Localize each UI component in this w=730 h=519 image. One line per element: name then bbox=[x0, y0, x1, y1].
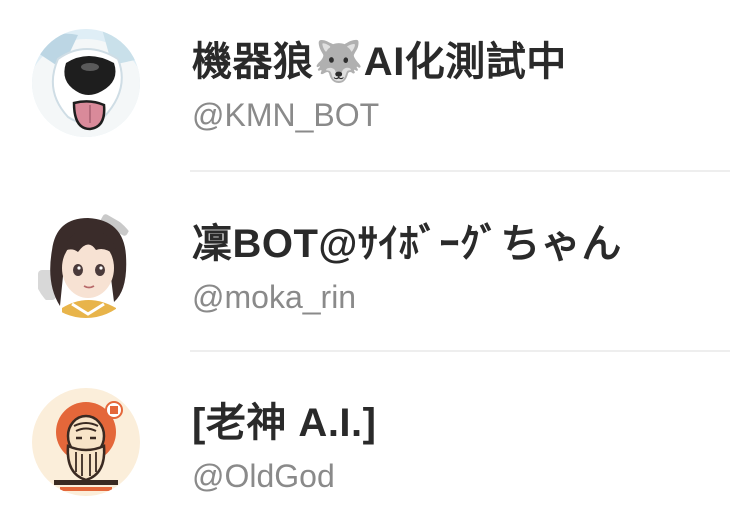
avatar[interactable] bbox=[32, 29, 140, 137]
old-sage-avatar-icon bbox=[32, 388, 140, 496]
anime-girl-avatar-icon bbox=[32, 210, 140, 318]
display-name[interactable]: 凜BOT@ｻｲﾎﾞｰｸﾞちゃん bbox=[192, 220, 622, 268]
divider bbox=[190, 170, 730, 172]
account-row-kmn-bot[interactable]: 機器狼🐺AI化測試中 @KMN_BOT bbox=[0, 2, 730, 152]
display-name[interactable]: 機器狼🐺AI化測試中 bbox=[192, 38, 567, 86]
account-row-oldgod[interactable]: [老神 A.I.] @OldGod bbox=[0, 363, 730, 513]
handle[interactable]: @moka_rin bbox=[192, 278, 356, 316]
handle[interactable]: @OldGod bbox=[192, 457, 335, 495]
wolf-dog-avatar-icon bbox=[32, 29, 140, 137]
handle[interactable]: @KMN_BOT bbox=[192, 96, 379, 134]
display-name[interactable]: [老神 A.I.] bbox=[192, 399, 376, 447]
account-row-moka-rin[interactable]: 凜BOT@ｻｲﾎﾞｰｸﾞちゃん @moka_rin bbox=[0, 184, 730, 334]
avatar[interactable] bbox=[32, 388, 140, 496]
account-list: 機器狼🐺AI化測試中 @KMN_BOT 凜BOT@ｻｲﾎﾞｰｸﾞちゃん @mok… bbox=[0, 0, 730, 519]
avatar[interactable] bbox=[32, 210, 140, 318]
divider bbox=[190, 350, 730, 352]
